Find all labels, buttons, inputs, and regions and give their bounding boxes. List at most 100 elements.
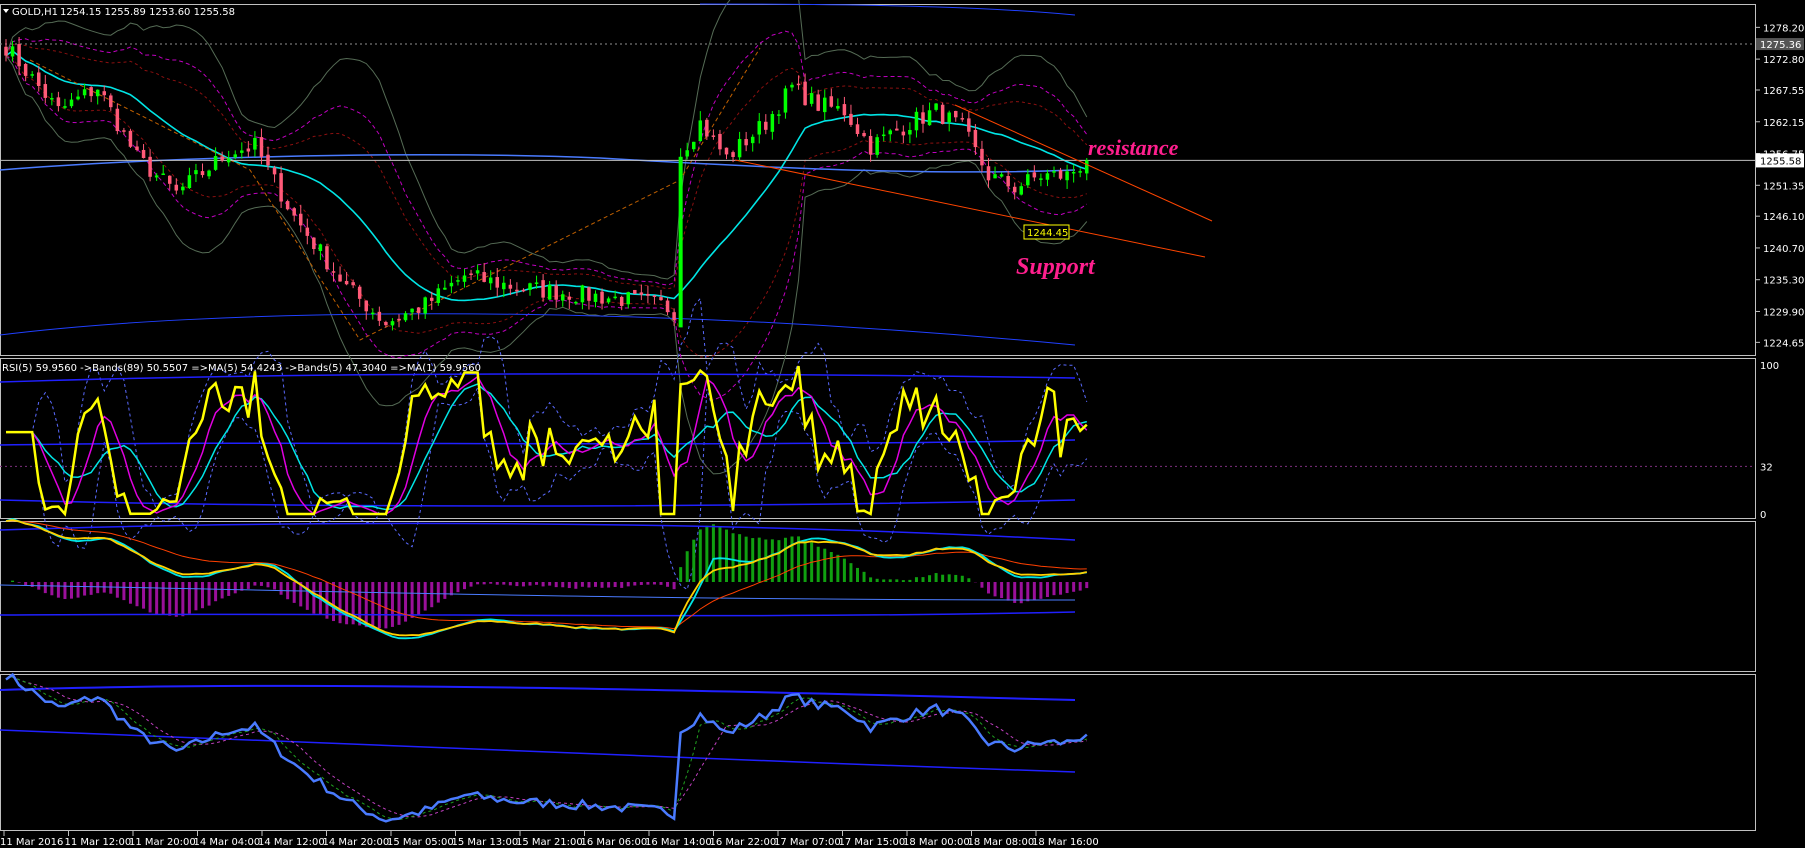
candle-body xyxy=(390,321,395,326)
candle-body xyxy=(423,297,427,314)
candle-body xyxy=(711,135,716,137)
candle-body xyxy=(122,130,126,132)
candle-body xyxy=(881,134,886,137)
candle-body xyxy=(475,270,480,274)
candle-body xyxy=(377,311,382,321)
osc-band-lower xyxy=(0,729,1076,773)
candle-body xyxy=(724,147,729,155)
rsi-level-label: 0 xyxy=(1760,510,1766,521)
time-tick-label: 15 Mar 13:00 xyxy=(452,837,519,848)
candle-body xyxy=(43,84,48,98)
candle-body xyxy=(1045,173,1050,180)
candle-body xyxy=(207,170,211,177)
candle-body xyxy=(161,173,165,176)
candle-body xyxy=(246,148,251,152)
zigzag-dashed xyxy=(29,47,761,341)
rsi-level-label: 100 xyxy=(1760,361,1779,372)
candle-body xyxy=(809,93,814,104)
candle-body xyxy=(128,130,133,147)
rsi-band5-upper xyxy=(6,297,1088,516)
candle-body xyxy=(102,91,106,96)
time-tick-label: 18 Mar 08:00 xyxy=(968,837,1035,848)
candle-body xyxy=(633,289,637,294)
rsi-line xyxy=(6,365,1088,517)
time-tick-label: 14 Mar 12:00 xyxy=(258,837,325,848)
candle-body xyxy=(357,286,362,299)
candle-body xyxy=(868,135,873,155)
candle-body xyxy=(1052,171,1056,173)
candle-body xyxy=(76,96,80,100)
candle-body xyxy=(410,308,414,313)
bollinger-lower xyxy=(5,55,1088,401)
candle-body xyxy=(416,307,421,313)
candle-body xyxy=(574,301,578,304)
candle-body xyxy=(1039,178,1043,180)
time-tick-label: 17 Mar 15:00 xyxy=(839,837,906,848)
candle-body xyxy=(705,119,709,137)
time-tick-label: 17 Mar 07:00 xyxy=(774,837,841,848)
candle-body xyxy=(253,137,257,150)
time-tick-label: 16 Mar 22:00 xyxy=(710,837,777,848)
price-tick-label: 1267.55 xyxy=(1763,86,1804,97)
candle-body xyxy=(508,284,513,289)
candle-body xyxy=(901,131,906,136)
candle-body xyxy=(462,275,467,282)
price-tick-label: 1278.20 xyxy=(1763,23,1804,34)
candle-body xyxy=(803,81,807,106)
candle-body xyxy=(148,156,152,177)
candle-body xyxy=(816,94,820,111)
rsi-plot xyxy=(0,297,1755,591)
rsi-band89-upper xyxy=(0,373,1076,383)
price-tick-label: 1240.70 xyxy=(1763,244,1804,255)
trading-chart[interactable]: 1278.201272.801267.551262.151256.751251.… xyxy=(0,0,1805,848)
candle-body xyxy=(764,121,768,130)
candle-body xyxy=(371,312,375,315)
candle-body xyxy=(875,137,879,155)
candle-body xyxy=(1065,171,1069,181)
candle-body xyxy=(600,291,604,304)
candle-body xyxy=(200,171,205,176)
candle-body xyxy=(554,285,558,300)
time-tick-label: 15 Mar 21:00 xyxy=(516,837,583,848)
candle-body xyxy=(685,150,689,157)
candle-body xyxy=(534,282,539,284)
price-tick-label: 1251.35 xyxy=(1763,181,1804,192)
candle-body xyxy=(1058,170,1063,179)
candle-body xyxy=(115,108,120,132)
macd-plot xyxy=(0,518,1089,640)
macd-slow xyxy=(5,520,1087,630)
collapse-triangle-icon[interactable] xyxy=(3,9,9,13)
candle-body xyxy=(331,271,336,273)
candle-body xyxy=(10,46,15,57)
candle-body xyxy=(777,114,781,116)
candle-body xyxy=(692,141,696,150)
price-tick-label: 1224.65 xyxy=(1763,338,1804,349)
candle-body xyxy=(194,170,198,175)
candle-body xyxy=(652,295,657,297)
candle-body xyxy=(266,154,270,166)
candle-body xyxy=(292,208,296,216)
candle-body xyxy=(436,288,441,303)
candle-body xyxy=(626,292,630,305)
time-tick-label: 16 Mar 06:00 xyxy=(581,837,648,848)
candle-body xyxy=(305,227,310,236)
price-tick-label: 1272.80 xyxy=(1763,55,1804,66)
macd-band-upper xyxy=(0,522,1076,541)
candle-body xyxy=(69,99,74,107)
time-tick-label: 14 Mar 04:00 xyxy=(194,837,261,848)
osc-band-upper xyxy=(0,684,1076,701)
candle-body xyxy=(737,138,742,158)
candle-body xyxy=(639,292,644,295)
axes: 1278.201272.801267.551262.151256.751251.… xyxy=(0,23,1804,848)
ohlc-label: 1254.15 1255.89 1253.60 1255.58 xyxy=(60,7,235,18)
candle-body xyxy=(213,156,218,170)
time-tick-label: 15 Mar 05:00 xyxy=(387,837,454,848)
rsi-header: RSI(5) 59.9560 ->Bands(89) 50.5507 =>MA(… xyxy=(2,363,481,374)
current-price-label: 1255.58 xyxy=(1760,156,1801,167)
candle-body xyxy=(30,74,34,76)
time-tick-label: 18 Mar 16:00 xyxy=(1032,837,1099,848)
candle-body xyxy=(469,273,473,275)
candle-body xyxy=(665,300,670,313)
candle-body xyxy=(927,110,932,126)
candle-body xyxy=(299,213,303,226)
